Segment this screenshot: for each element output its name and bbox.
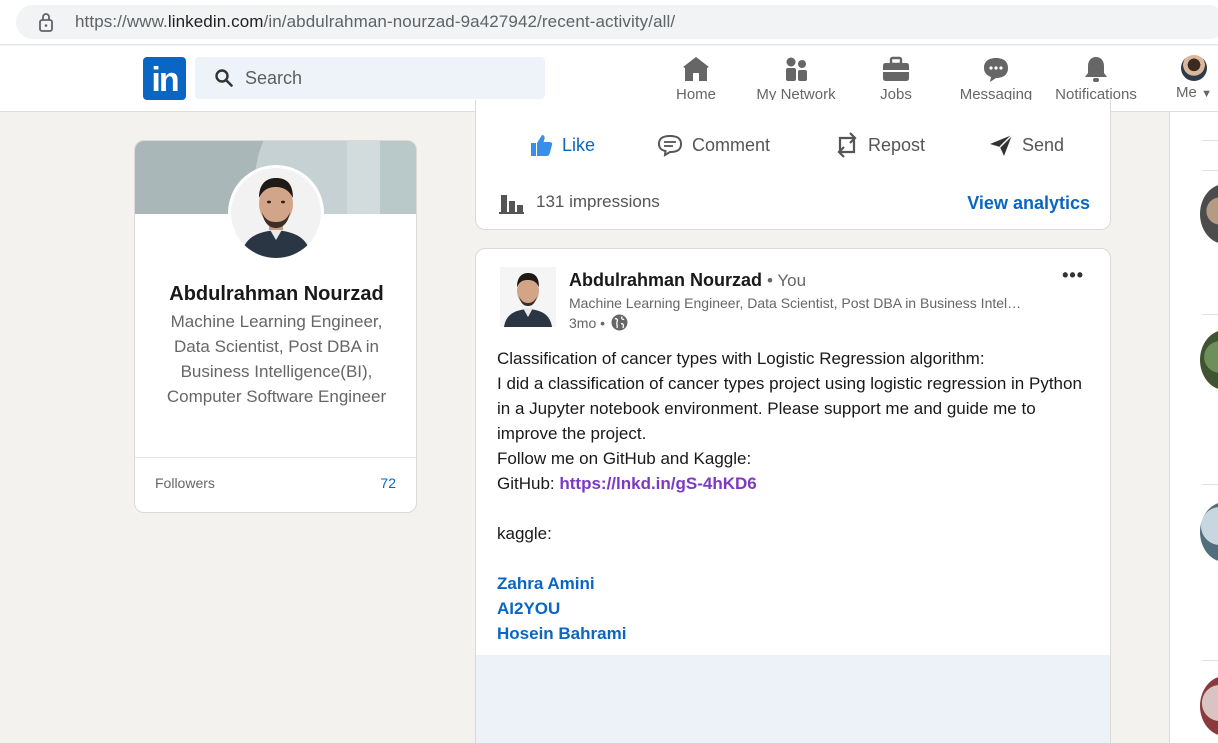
post-card: Like Comment Repost Send 131 impressions… xyxy=(475,100,1111,230)
mention-link[interactable]: Hosein Bahrami xyxy=(497,621,1097,646)
post-time: 3mo • xyxy=(569,314,628,331)
divider xyxy=(135,457,416,458)
avatar xyxy=(1181,55,1207,81)
search-input[interactable]: Search xyxy=(195,57,545,99)
like-button[interactable]: Like xyxy=(528,128,595,162)
messaging-icon xyxy=(984,58,1008,82)
followers-count[interactable]: 72 xyxy=(380,475,396,491)
author-avatar[interactable] xyxy=(500,267,556,327)
right-sidebar xyxy=(1169,112,1218,743)
lock-icon[interactable] xyxy=(38,12,54,32)
followers-label[interactable]: Followers xyxy=(155,475,215,491)
nav-me[interactable]: Me ▼ xyxy=(1172,54,1216,110)
post-card: Abdulrahman Nourzad • You Machine Learni… xyxy=(475,248,1111,743)
url-text[interactable]: https://www.linkedin.com/in/abdulrahman-… xyxy=(75,12,675,32)
comment-button[interactable]: Comment xyxy=(656,128,770,162)
send-button[interactable]: Send xyxy=(988,128,1064,162)
briefcase-icon xyxy=(883,56,909,81)
more-options-icon[interactable]: ••• xyxy=(1062,265,1084,286)
post-media[interactable] xyxy=(476,655,1110,743)
github-link[interactable]: https://lnkd.in/gS-4hKD6 xyxy=(559,474,756,493)
send-icon xyxy=(990,134,1013,156)
avatar[interactable] xyxy=(1200,676,1218,736)
view-analytics-link[interactable]: View analytics xyxy=(967,193,1090,214)
profile-avatar[interactable] xyxy=(228,165,324,261)
repost-icon xyxy=(837,132,857,158)
network-icon xyxy=(786,57,807,81)
search-placeholder: Search xyxy=(245,68,303,88)
bar-chart-icon xyxy=(499,195,524,214)
thumbs-up-icon xyxy=(531,135,553,156)
globe-icon xyxy=(611,314,628,331)
avatar[interactable] xyxy=(1200,330,1218,390)
comment-icon xyxy=(657,134,683,157)
search-icon xyxy=(215,69,233,87)
post-body: Classification of cancer types with Logi… xyxy=(497,346,1097,646)
author-name[interactable]: Abdulrahman Nourzad • You xyxy=(569,270,806,291)
profile-card: Abdulrahman Nourzad Machine Learning Eng… xyxy=(134,140,417,513)
browser-address-bar: https://www.linkedin.com/in/abdulrahman-… xyxy=(0,0,1218,45)
impressions[interactable]: 131 impressions xyxy=(498,190,660,214)
mention-link[interactable]: AI2YOU xyxy=(497,596,1097,621)
profile-headline: Machine Learning Engineer, Data Scientis… xyxy=(166,312,387,406)
repost-button[interactable]: Repost xyxy=(834,128,925,162)
mention-link[interactable]: Zahra Amini xyxy=(497,571,1097,596)
avatar[interactable] xyxy=(1200,502,1218,562)
chevron-down-icon: ▼ xyxy=(1201,88,1212,100)
bell-icon xyxy=(1085,57,1107,82)
linkedin-logo[interactable]: in xyxy=(143,57,186,100)
home-icon xyxy=(683,57,709,81)
profile-name[interactable]: Abdulrahman Nourzad xyxy=(135,283,416,306)
avatar[interactable] xyxy=(1200,184,1218,244)
author-headline: Machine Learning Engineer, Data Scientis… xyxy=(569,295,1022,311)
